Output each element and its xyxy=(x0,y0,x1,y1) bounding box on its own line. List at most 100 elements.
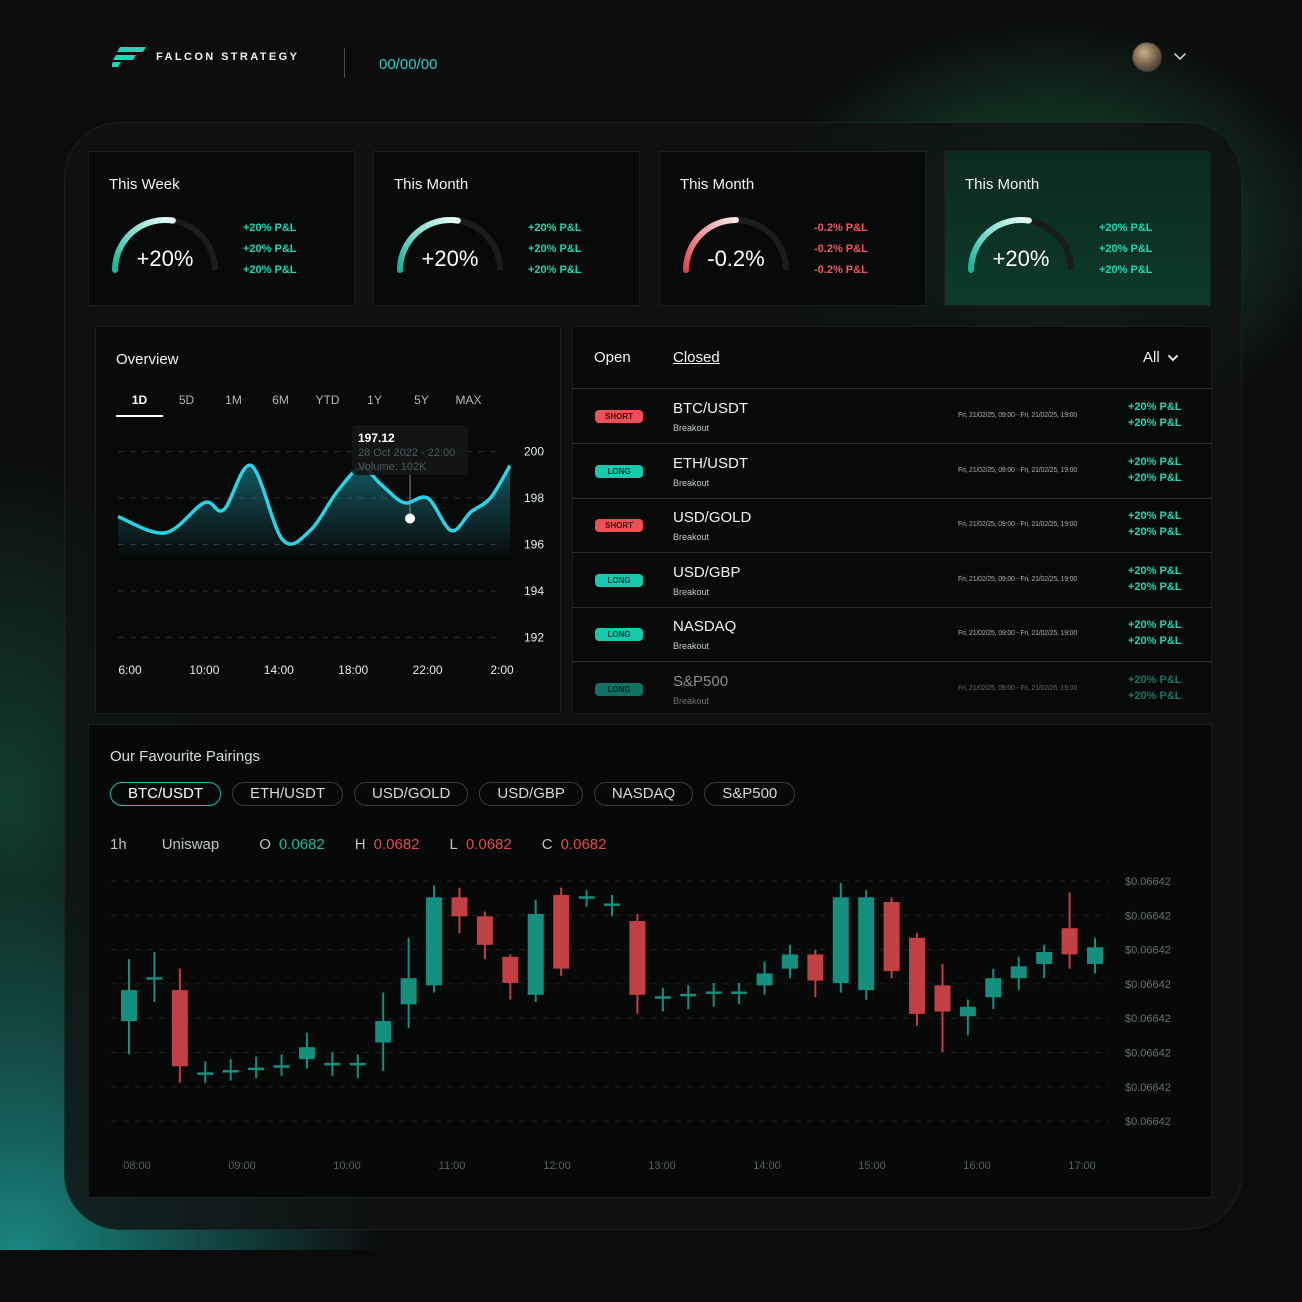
candle[interactable] xyxy=(909,932,926,1026)
candle[interactable] xyxy=(222,1059,239,1081)
candle[interactable] xyxy=(451,887,468,933)
trade-row[interactable]: LONG USD/GBP Breakout Fri, 21/02/25, 09:00 … xyxy=(573,554,1211,608)
chevron-down-icon[interactable] xyxy=(1172,48,1188,64)
trade-row[interactable]: SHORT BTC/USDT Breakout Fri, 21/02/25, 09:0… xyxy=(573,390,1211,444)
brand-logo[interactable]: FALCON STRATEGY xyxy=(112,47,299,67)
trade-dates: Fri, 21/02/25, 09:00 - Fri, 21/02/25, 19… xyxy=(958,466,1078,474)
candle[interactable] xyxy=(324,1051,341,1076)
pair-name: USD/GOLD xyxy=(673,509,752,526)
pnl-item: +20% P&L xyxy=(1128,564,1182,577)
strategy-label: Breakout xyxy=(673,423,710,433)
candle[interactable] xyxy=(1061,892,1078,969)
candle[interactable] xyxy=(349,1054,366,1079)
pair-name: BTC/USDT xyxy=(673,400,748,417)
x-tick-label: 10:00 xyxy=(333,1160,361,1172)
candle[interactable] xyxy=(400,937,417,1029)
candle[interactable] xyxy=(1087,937,1103,974)
candle[interactable] xyxy=(553,887,570,976)
stat-card: This Week +20% +20% P&L +20% P&L +20% P&L xyxy=(88,151,355,306)
candle[interactable] xyxy=(375,992,392,1072)
pnl-item: -0.2% P&L xyxy=(814,264,868,276)
gauge-value: -0.2% xyxy=(707,246,765,271)
trade-pnl: +20% P&L +20% P&L xyxy=(1128,617,1182,649)
x-tick-label: 13:00 xyxy=(648,1160,676,1172)
candle[interactable] xyxy=(807,949,824,998)
trades-panel: Open Closed All SHORT BTC/USDT Breakout Fri… xyxy=(572,326,1212,714)
trade-row[interactable]: SHORT USD/GOLD Breakout Fri, 21/02/25, 09:0… xyxy=(573,499,1211,553)
overview-line-chart[interactable]: 200 198 196 194 192 197.12 28 Oct 2022 - 22:00… xyxy=(96,327,562,715)
candle[interactable] xyxy=(146,952,163,1002)
candle[interactable] xyxy=(934,963,951,1052)
stat-title: This Month xyxy=(680,176,755,193)
pair-name: NASDAQ xyxy=(673,618,737,635)
candle[interactable] xyxy=(121,959,137,1055)
y-tick-label: 192 xyxy=(524,630,544,644)
trade-pnl: +20% P&L +20% P&L xyxy=(1128,508,1182,540)
strategy-label: Breakout xyxy=(673,586,710,597)
side-badge: LONG xyxy=(595,573,643,587)
candle[interactable] xyxy=(604,894,620,917)
x-tick-label: 08:00 xyxy=(123,1160,151,1172)
candle[interactable] xyxy=(502,954,519,1000)
trade-dates: Fri, 21/02/25, 09:00 - Fri, 21/02/25, 19… xyxy=(958,521,1078,528)
side-badge: LONG xyxy=(595,682,643,696)
candle[interactable] xyxy=(985,968,1002,1010)
pnl-item: +20% P&L xyxy=(1099,222,1153,234)
tab-closed[interactable]: Closed xyxy=(673,349,720,366)
candle[interactable] xyxy=(273,1054,290,1076)
candle[interactable] xyxy=(248,1056,265,1079)
candle[interactable] xyxy=(527,899,544,1002)
side-badge: SHORT xyxy=(595,410,643,423)
pnl-item: +20% P&L xyxy=(528,243,582,255)
stat-title: This Month xyxy=(394,176,469,193)
trade-pnl: +20% P&L +20% P&L xyxy=(1128,399,1182,431)
candle[interactable] xyxy=(171,968,188,1083)
stat-card: This Month +20% +20% P&L +20% P&L +20% P&L xyxy=(944,151,1211,306)
pnl-item: +20% P&L xyxy=(1128,455,1182,468)
pnl-item: +20% P&L xyxy=(1099,243,1153,255)
candle[interactable] xyxy=(426,885,443,993)
candle[interactable] xyxy=(629,913,646,1014)
tooltip-volume: Volume: 102K xyxy=(358,461,427,473)
tab-open[interactable]: Open xyxy=(594,349,631,366)
pnl-list: +20% P&L +20% P&L +20% P&L xyxy=(528,218,582,281)
candle[interactable] xyxy=(654,987,671,1012)
filter-dropdown[interactable]: All xyxy=(1143,349,1180,366)
pnl-list: +20% P&L +20% P&L +20% P&L xyxy=(243,218,297,281)
trades-header: Open Closed All xyxy=(573,327,1211,389)
candle[interactable] xyxy=(298,1032,315,1069)
candlestick-chart[interactable]: $0.06642 $0.06642 $0.06642 $0.06642 $0.06642… xyxy=(89,725,1213,1199)
candle[interactable] xyxy=(476,911,493,960)
candle[interactable] xyxy=(1010,956,1027,991)
candle[interactable] xyxy=(731,982,748,1005)
trade-row[interactable]: LONG ETH/USDT Breakout Fri, 21/02/25, 09:00… xyxy=(573,445,1211,499)
candle[interactable] xyxy=(578,890,595,907)
filter-label: All xyxy=(1143,349,1160,366)
side-badge: LONG xyxy=(595,628,643,641)
pnl-item: +20% P&L xyxy=(1128,635,1182,647)
candle[interactable] xyxy=(883,897,900,979)
x-tick-label: 09:00 xyxy=(228,1160,256,1172)
trade-dates: Fri, 21/02/25, 09:00 - Fri, 21/02/25, 19… xyxy=(958,575,1078,583)
candle[interactable] xyxy=(832,883,849,993)
y-tick-label: $0.06642 xyxy=(1125,1013,1171,1025)
pairings-panel: Our Favourite Pairings BTC/USDT ETH/USDT U… xyxy=(88,724,1212,1198)
highlight-point[interactable] xyxy=(405,513,416,524)
trade-pnl: +20% P&L +20% P&L xyxy=(1128,672,1182,704)
candle[interactable] xyxy=(756,961,773,995)
candle[interactable] xyxy=(858,890,875,1000)
x-tick-label: 14:00 xyxy=(264,663,294,677)
x-tick-label: 12:00 xyxy=(543,1160,571,1172)
candle[interactable] xyxy=(705,982,722,1007)
y-tick-label: $0.06642 xyxy=(1125,945,1171,957)
y-tick-label: $0.06642 xyxy=(1125,979,1171,991)
trade-row[interactable]: LONG NASDAQ Breakout Fri, 21/02/25, 09:00 -… xyxy=(573,608,1211,662)
x-tick-label: 15:00 xyxy=(858,1160,886,1172)
gauge-value: +20% xyxy=(992,246,1050,271)
candle[interactable] xyxy=(680,985,697,1010)
avatar[interactable] xyxy=(1132,42,1162,72)
candle[interactable] xyxy=(959,999,976,1036)
trade-row[interactable]: LONG S&P500 Breakout Fri, 21/02/25, 09:00 -… xyxy=(573,663,1211,714)
tooltip-value: 197.12 xyxy=(358,431,395,445)
candle[interactable] xyxy=(197,1061,214,1083)
